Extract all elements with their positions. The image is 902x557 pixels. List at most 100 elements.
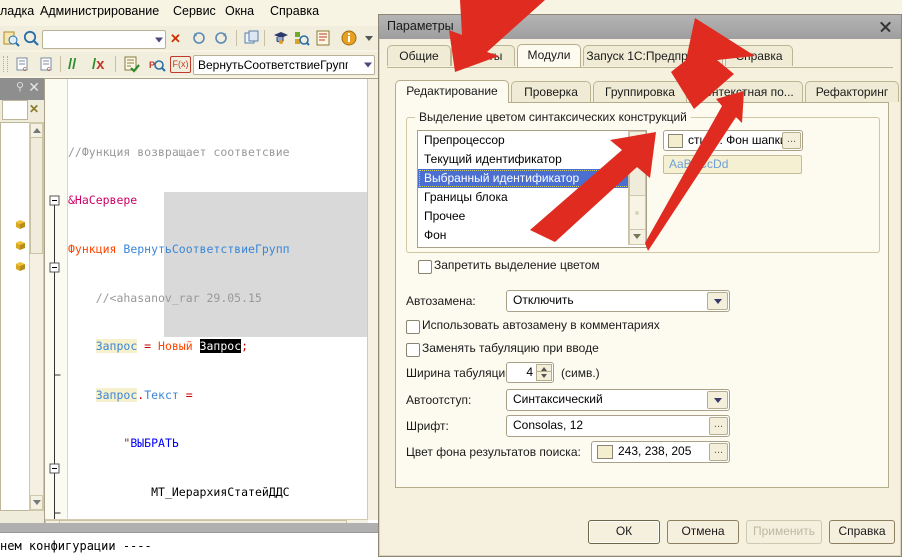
- autoreplace-combo[interactable]: Отключить: [506, 290, 730, 312]
- tab-width-stepper[interactable]: 4: [506, 362, 554, 383]
- scroll-up-button[interactable]: [629, 131, 646, 147]
- copy-windows-icon[interactable]: [243, 29, 261, 47]
- left-dock-filter-input[interactable]: [2, 100, 28, 120]
- tab-moduli[interactable]: Модули: [517, 44, 581, 67]
- scroll-track[interactable]: [629, 195, 646, 233]
- left-dock-scrollbar[interactable]: [29, 122, 44, 511]
- scroll-thumb[interactable]: [629, 146, 646, 196]
- font-browse-button[interactable]: ...: [709, 417, 728, 435]
- menu-item-windows[interactable]: Окна: [225, 4, 254, 18]
- function-fx-icon[interactable]: F(x): [170, 56, 191, 73]
- find-in-file-icon[interactable]: [2, 29, 20, 47]
- tab-teksty[interactable]: Тексты: [451, 45, 515, 66]
- dialog-title-bar[interactable]: Параметры: [379, 15, 901, 39]
- procedure-search-icon[interactable]: P: [148, 55, 166, 73]
- toolbar-separator: [115, 56, 116, 72]
- tab-spravka[interactable]: Справка: [725, 45, 793, 66]
- toolbar-separator: [236, 30, 237, 46]
- style-sample-text: AaBbCcDd: [663, 155, 802, 174]
- toolbar-separator: [264, 30, 265, 46]
- tab-redaktirovanie[interactable]: Редактирование: [395, 80, 509, 103]
- font-label: Шрифт:: [406, 419, 449, 433]
- parameters-dialog[interactable]: Параметры Общие Тексты Модули Запуск 1С:…: [378, 14, 902, 557]
- chevron-down-icon[interactable]: [707, 391, 728, 409]
- autoindent-combo[interactable]: Синтаксический: [506, 389, 730, 411]
- tab-proverka[interactable]: Проверка: [511, 81, 591, 102]
- menu-bar: ладка Администрирование Сервис Окна Спра…: [0, 4, 400, 22]
- info-icon[interactable]: [340, 29, 358, 47]
- syntax-check-icon[interactable]: [122, 55, 140, 73]
- search-bg-color-swatch[interactable]: [597, 445, 613, 459]
- menu-item-debug[interactable]: ладка: [0, 4, 34, 18]
- syntax-helper-icon[interactable]: [272, 29, 290, 47]
- disable-color-checkbox[interactable]: [418, 260, 432, 274]
- code-line: &НаСервере: [68, 193, 138, 208]
- menu-item-help[interactable]: Справка: [270, 4, 319, 18]
- style-color-swatch[interactable]: [668, 134, 683, 148]
- search-icon[interactable]: [22, 29, 40, 47]
- list-item[interactable]: Прочее: [418, 207, 646, 226]
- tab-gruppirovka[interactable]: Группировка: [593, 81, 687, 102]
- toolbar-overflow-chevron-icon[interactable]: [365, 36, 373, 41]
- syntax-construct-list[interactable]: Препроцессор Текущий идентификатор Выбра…: [417, 130, 647, 248]
- scroll-thumb[interactable]: [30, 137, 43, 254]
- ok-button[interactable]: ОК: [588, 520, 660, 544]
- chevron-down-icon[interactable]: [155, 37, 163, 42]
- search-prev-icon[interactable]: [190, 29, 208, 47]
- list-scrollbar[interactable]: [628, 131, 646, 245]
- clear-search-button[interactable]: ✕: [168, 30, 183, 47]
- tab-strip-level1: Общие Тексты Модули Запуск 1С:Предприяти…: [387, 44, 893, 67]
- tab-underline-level1: [387, 67, 893, 68]
- list-item[interactable]: Препроцессор: [418, 131, 646, 150]
- style-field[interactable]: стиль: Фон шапки ...: [663, 130, 803, 151]
- list-item[interactable]: Фон: [418, 226, 646, 245]
- search-bg-field[interactable]: 243, 238, 205 ...: [591, 441, 730, 463]
- tab-kontekstnaya[interactable]: Контекстная по...: [689, 81, 803, 102]
- search-next-icon[interactable]: [212, 29, 230, 47]
- left-dock-clear-icon[interactable]: ✕: [26, 100, 42, 118]
- pin-icon[interactable]: ⚲: [16, 80, 24, 93]
- uncomment-lines-icon[interactable]: /x: [92, 56, 105, 73]
- toolbar-grip[interactable]: [3, 56, 8, 72]
- menu-item-administration[interactable]: Администрирование: [40, 4, 159, 18]
- scroll-up-button[interactable]: [30, 123, 43, 138]
- code-editor[interactable]: //Функция возвращает соответсвие &НаСерв…: [44, 78, 382, 557]
- chevron-down-icon[interactable]: [364, 62, 372, 68]
- svg-text:c: c: [47, 66, 51, 73]
- scroll-down-button[interactable]: [30, 495, 43, 510]
- tab-strip-level2: Редактирование Проверка Группировка Конт…: [395, 80, 899, 103]
- replace-tabs-checkbox[interactable]: [406, 343, 420, 357]
- style-browse-button[interactable]: ...: [782, 132, 801, 149]
- list-item[interactable]: Границы блока: [418, 188, 646, 207]
- search-combo[interactable]: [42, 30, 166, 49]
- close-icon[interactable]: [877, 19, 893, 35]
- code-line: //Функция возвращает соответсвие: [68, 144, 290, 159]
- list-item-selected[interactable]: Выбранный идентификатор: [418, 169, 646, 188]
- module-procedure-combo[interactable]: ВернутьСоответствиеГруппСта: [193, 55, 375, 75]
- object-cube-icon[interactable]: [15, 261, 26, 272]
- left-dock-panel: ⚲ ✕ ✕: [0, 78, 45, 533]
- remove-comment-icon[interactable]: c: [38, 55, 56, 73]
- autoreplace-in-comments-checkbox[interactable]: [406, 320, 420, 334]
- list-item[interactable]: Текущий идентификатор: [418, 150, 646, 169]
- tab-obshie[interactable]: Общие: [387, 45, 451, 66]
- left-dock-list[interactable]: [0, 122, 32, 511]
- menu-item-service[interactable]: Сервис: [173, 4, 216, 18]
- chevron-down-icon[interactable]: [707, 292, 728, 310]
- module-list-icon[interactable]: [314, 29, 332, 47]
- object-cube-icon[interactable]: [15, 219, 26, 230]
- stepper-down-button[interactable]: [536, 371, 552, 381]
- cancel-button[interactable]: Отмена: [667, 520, 739, 544]
- left-dock-close-icon[interactable]: ✕: [28, 79, 40, 96]
- search-object-icon[interactable]: [292, 29, 310, 47]
- tab-refaktoring[interactable]: Рефакторинг: [805, 81, 899, 102]
- font-field[interactable]: Consolas, 12 ...: [506, 415, 730, 437]
- tab-zapusk[interactable]: Запуск 1С:Предприятия: [583, 45, 723, 66]
- scroll-down-button[interactable]: [629, 229, 646, 245]
- help-button[interactable]: Справка: [829, 520, 895, 544]
- search-bg-browse-button[interactable]: ...: [709, 443, 728, 461]
- add-comment-icon[interactable]: c: [14, 55, 32, 73]
- code-text[interactable]: //Функция возвращает соответсвие &НаСерв…: [68, 79, 368, 520]
- comment-lines-icon[interactable]: //: [68, 56, 76, 73]
- object-cube-icon[interactable]: [15, 240, 26, 251]
